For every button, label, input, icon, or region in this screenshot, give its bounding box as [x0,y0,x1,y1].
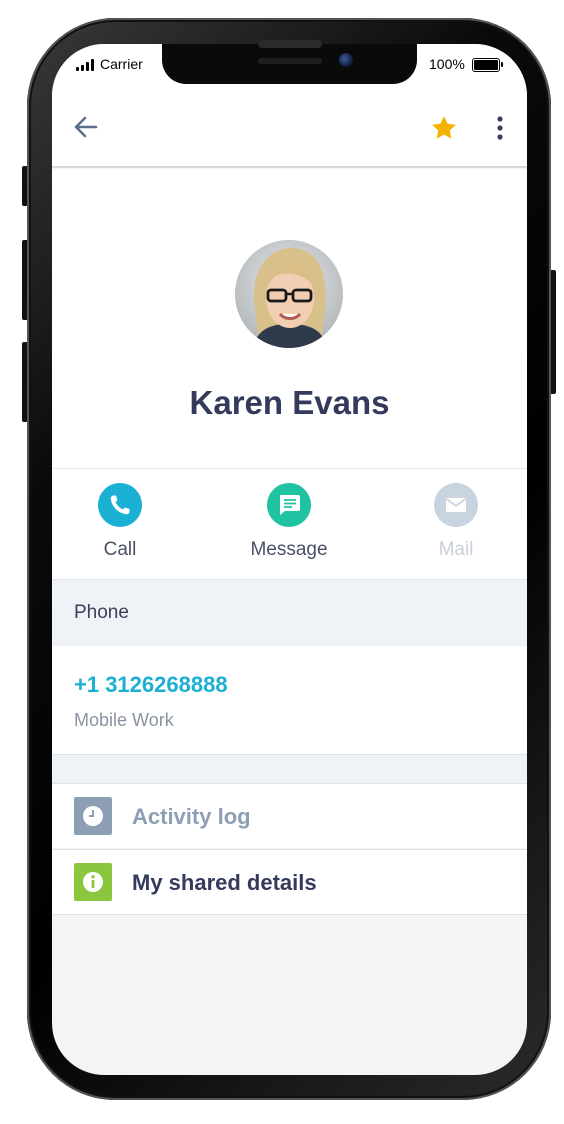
call-action[interactable]: Call [52,483,190,573]
speaker-grill [258,40,322,48]
message-action[interactable]: Message [219,483,359,573]
carrier-label: Carrier [100,56,143,72]
back-arrow-icon[interactable] [72,114,100,140]
phone-section-header: Phone [52,579,527,647]
activity-log-row[interactable]: Activity log [52,783,527,848]
phone-number-row[interactable]: +1 3126268888 Mobile Work [52,646,527,755]
call-label: Call [103,539,137,560]
phone-number[interactable]: +1 3126268888 [74,672,228,698]
phone-section-title: Phone [74,602,129,623]
mail-icon [434,483,478,527]
contact-avatar [235,240,343,348]
notch [162,44,417,84]
section-divider [52,755,527,783]
mail-label: Mail [438,539,474,560]
activity-log-label: Activity log [132,804,251,829]
profile-header: Karen Evans [52,168,527,468]
info-icon [74,863,112,901]
battery-percent: 100% [429,56,465,72]
speaker-grill-lower [258,58,322,64]
list-bottom-divider [52,914,527,915]
more-menu-icon[interactable] [492,114,508,142]
contact-name: Karen Evans [189,384,390,421]
phone-type: Mobile Work [74,710,174,730]
phone-icon [98,483,142,527]
message-icon [267,483,311,527]
avatar-photo [235,240,343,348]
contact-actions: Call Message Mail [52,468,527,579]
screen: Carrier 100% Karen Evans Call Message Ma… [52,44,527,1075]
message-label: Message [250,539,328,560]
front-camera [339,53,353,67]
signal-icon [76,59,96,71]
clock-icon [74,797,112,835]
favorite-star-icon[interactable] [430,114,458,142]
my-shared-details-label: My shared details [132,870,317,895]
my-shared-details-row[interactable]: My shared details [52,849,527,914]
battery-icon [472,58,503,72]
mail-action: Mail [386,483,526,573]
